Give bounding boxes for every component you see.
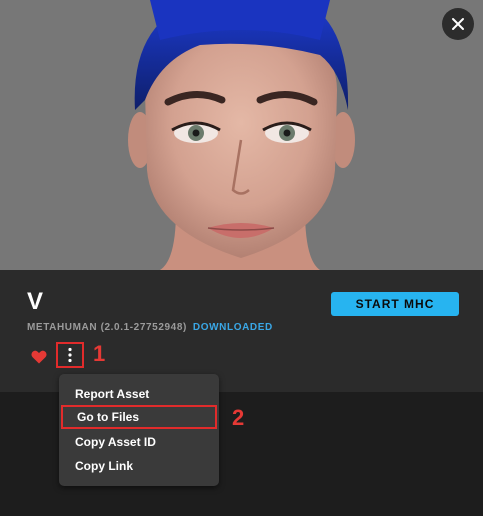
favorite-button[interactable] bbox=[31, 350, 47, 364]
portrait-illustration bbox=[0, 0, 483, 270]
heart-icon bbox=[31, 350, 47, 364]
more-options-button[interactable] bbox=[56, 342, 84, 368]
menu-item-copy-link[interactable]: Copy Link bbox=[59, 454, 219, 478]
menu-item-copy-asset-id[interactable]: Copy Asset ID bbox=[59, 430, 219, 454]
start-mhc-button[interactable]: START MHC bbox=[331, 292, 459, 316]
asset-title: V bbox=[27, 288, 44, 315]
close-icon bbox=[452, 18, 464, 30]
annotation-step-2: 2 bbox=[232, 405, 245, 430]
menu-item-report-asset[interactable]: Report Asset bbox=[59, 382, 219, 406]
asset-version: METAHUMAN (2.0.1-27752948) bbox=[27, 322, 187, 333]
asset-portrait-image bbox=[0, 0, 483, 270]
close-button[interactable] bbox=[442, 8, 474, 40]
asset-detail-panel: V METAHUMAN (2.0.1-27752948) DOWNLOADED S… bbox=[0, 0, 483, 516]
menu-item-go-to-files[interactable]: Go to Files bbox=[61, 405, 217, 429]
asset-meta: METAHUMAN (2.0.1-27752948) DOWNLOADED bbox=[27, 322, 273, 333]
more-vertical-icon bbox=[68, 347, 72, 363]
annotation-step-1: 1 bbox=[93, 341, 106, 366]
download-status-badge: DOWNLOADED bbox=[192, 322, 273, 333]
asset-options-menu: Report Asset Go to Files Copy Asset ID C… bbox=[59, 374, 219, 486]
